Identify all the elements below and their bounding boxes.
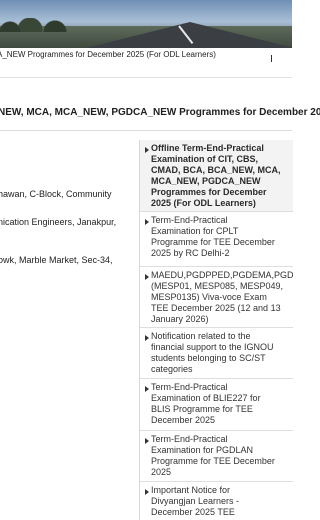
divider <box>0 77 292 78</box>
page-heading: NEW, MCA, MCA_NEW, PGDCA_NEW Programmes … <box>0 107 320 118</box>
news-link[interactable]: Offline Term-End-Practical Examination o… <box>151 143 293 209</box>
news-link[interactable]: MAEDU,PGDPPED,PGDEMA,PGDET (MESP01, MESP… <box>151 270 293 325</box>
text-cursor <box>271 55 272 62</box>
caret-right-icon <box>145 489 149 495</box>
address-line: owk, Marble Market, Sec-34, <box>0 255 113 265</box>
news-link[interactable]: Notification related to the financial su… <box>151 331 293 375</box>
news-link[interactable]: Important Notice for Divyangjan Learners… <box>151 485 293 518</box>
news-item[interactable]: Offline Term-End-Practical Examination o… <box>140 140 293 212</box>
caret-right-icon <box>145 386 149 392</box>
caret-right-icon <box>145 147 149 153</box>
address-line: hawan, C-Block, Community <box>0 189 112 199</box>
caret-right-icon <box>145 274 149 280</box>
address-line: nication Engineers, Janakpur, <box>0 217 117 227</box>
banner-trees <box>0 18 70 32</box>
news-item[interactable]: Term-End-Practical Examination for CPLT … <box>140 212 293 267</box>
news-item[interactable]: Term-End-Practical Examination for PGDLA… <box>140 431 293 482</box>
news-link[interactable]: Term-End-Practical Examination of BLIE22… <box>151 382 293 426</box>
news-item[interactable]: MAEDU,PGDPPED,PGDEMA,PGDET (MESP01, MESP… <box>140 267 293 328</box>
caret-right-icon <box>145 219 149 225</box>
banner-road <box>70 22 292 48</box>
caret-right-icon <box>145 438 149 444</box>
news-item[interactable]: Important Notice for Divyangjan Learners… <box>140 482 293 520</box>
news-item[interactable]: Notification related to the financial su… <box>140 328 293 379</box>
news-item[interactable]: Term-End-Practical Examination of BLIE22… <box>140 379 293 431</box>
news-sidebar: Offline Term-End-Practical Examination o… <box>139 140 293 520</box>
news-link[interactable]: Term-End-Practical Examination for CPLT … <box>151 215 293 259</box>
divider <box>0 130 292 131</box>
caret-right-icon <box>145 335 149 341</box>
header-banner-image <box>0 0 292 48</box>
news-link[interactable]: Term-End-Practical Examination for PGDLA… <box>151 434 293 478</box>
ticker-text[interactable]: A_NEW Programmes for December 2025 (For … <box>0 48 216 62</box>
news-ticker[interactable]: A_NEW Programmes for December 2025 (For … <box>0 48 292 62</box>
